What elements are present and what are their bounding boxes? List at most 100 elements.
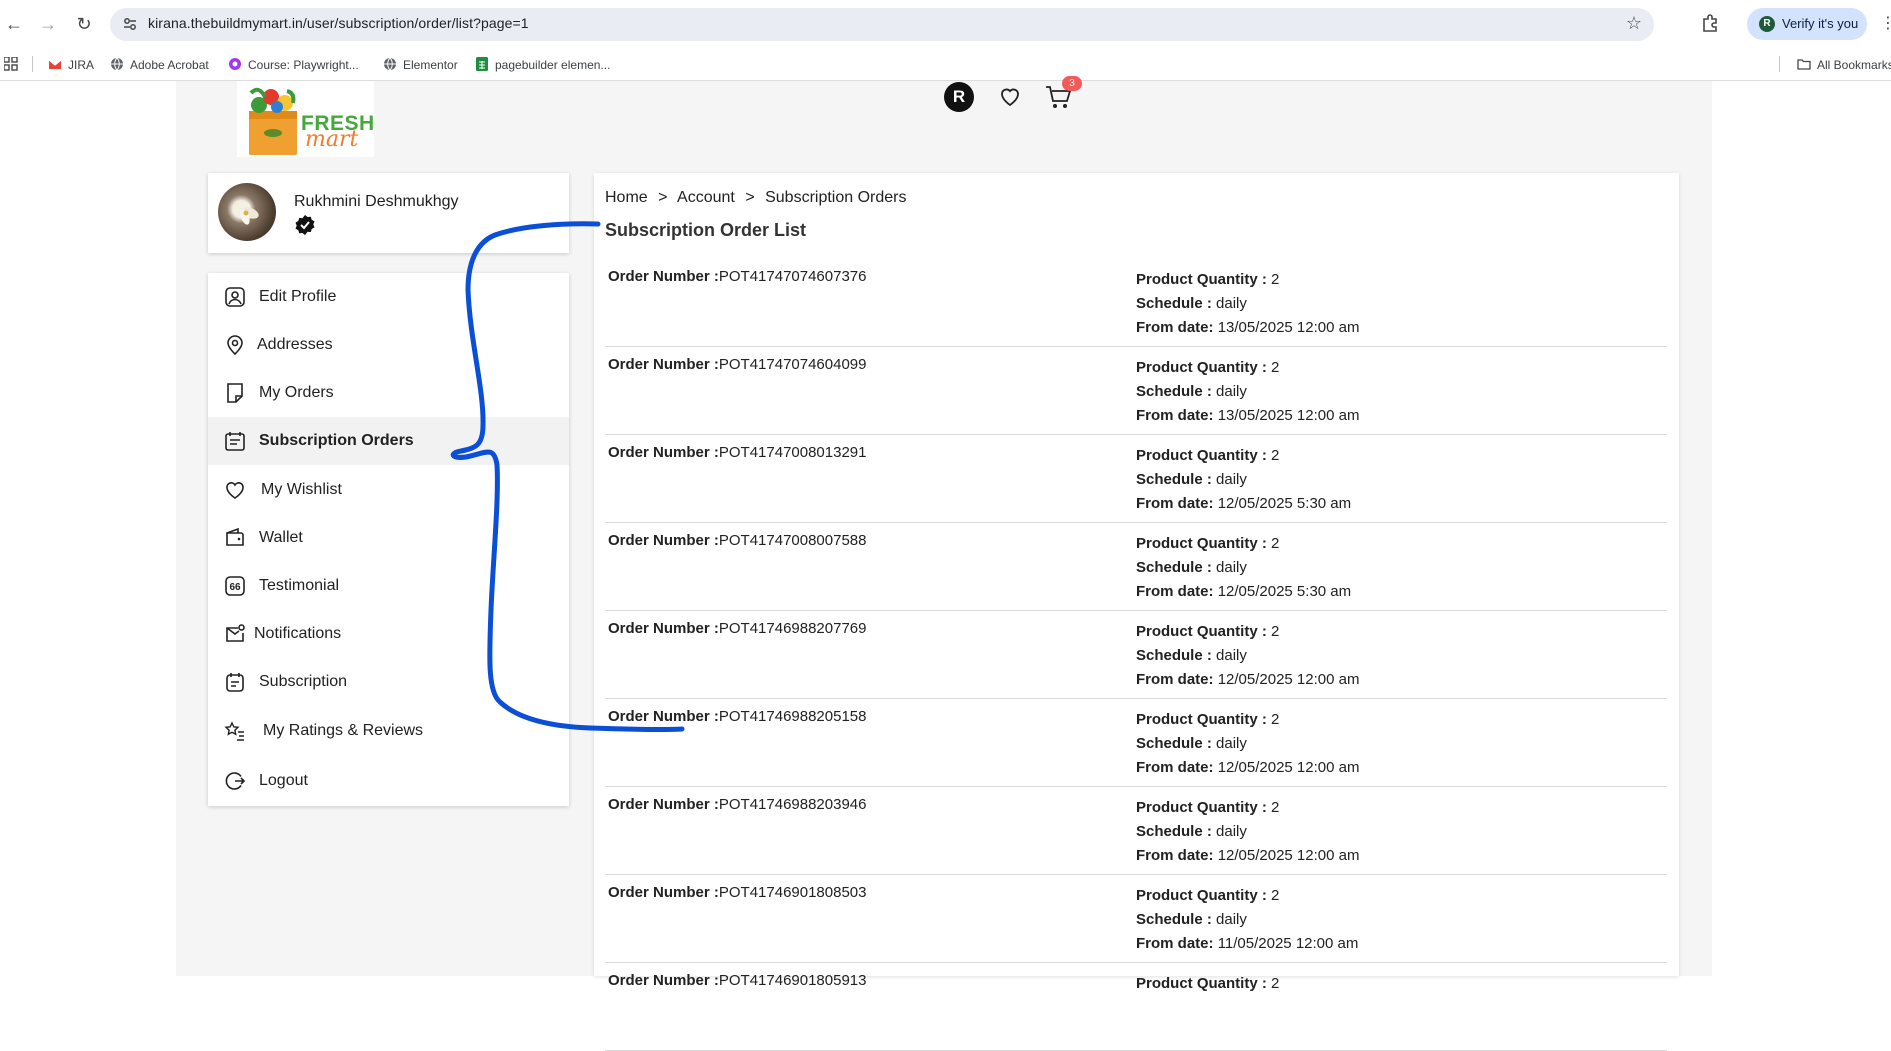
order-number: Order Number :POT41746901805913 <box>608 972 867 989</box>
from-date: From date: 12/05/2025 5:30 am <box>1136 583 1352 600</box>
bookmarks-bar: JIRA Adobe Acrobat Course: Playwright...… <box>0 48 1891 81</box>
menu-item-logout[interactable]: Logout <box>208 757 569 805</box>
order-number-label: Order Number : <box>608 972 719 989</box>
reload-icon[interactable]: ↻ <box>72 12 96 36</box>
menu-item-my-ratings-reviews[interactable]: My Ratings & Reviews <box>208 707 569 755</box>
order-number-value: POT41746901808503 <box>718 884 867 901</box>
product-quantity: Product Quantity : 2 <box>1136 535 1280 552</box>
order-details: Product Quantity : 2 Schedule : daily From… <box>1136 620 1359 692</box>
order-number: Order Number :POT41747008007588 <box>608 532 867 549</box>
from-date: From date: 12/05/2025 12:00 am <box>1136 671 1360 688</box>
globe-icon <box>111 57 123 71</box>
menu-item-my-wishlist[interactable]: My Wishlist <box>208 466 569 514</box>
order-number: Order Number :POT41746988207769 <box>608 620 867 637</box>
breadcrumb-home[interactable]: Home <box>605 189 648 206</box>
bookmark-pagebuilder[interactable]: pagebuilder elemen... <box>475 56 610 74</box>
order-row[interactable]: Order Number :POT41746901805913 Product Q… <box>605 962 1667 1051</box>
schedule: Schedule : daily <box>1136 647 1247 664</box>
order-details: Product Quantity : 2 Schedule : daily From… <box>1136 708 1359 780</box>
order-row[interactable]: Order Number :POT41747008007588 Product Q… <box>605 522 1667 611</box>
order-number-label: Order Number : <box>608 620 719 637</box>
order-number-label: Order Number : <box>608 356 719 373</box>
menu-item-testimonial[interactable]: 66 Testimonial <box>208 562 569 610</box>
from-date: From date: 12/05/2025 12:00 am <box>1136 759 1360 776</box>
bookmark-adobe-acrobat[interactable]: Adobe Acrobat <box>110 56 209 74</box>
breadcrumb-account[interactable]: Account <box>677 189 735 206</box>
order-row[interactable]: Order Number :POT41746988203946 Product Q… <box>605 786 1667 875</box>
order-details: Product Quantity : 2 Schedule : daily From… <box>1136 268 1359 340</box>
url-text[interactable]: kirana.thebuildmymart.in/user/subscripti… <box>148 15 529 31</box>
bookmark-course-playwright[interactable]: Course: Playwright... <box>228 56 359 74</box>
menu-item-subscription-orders[interactable]: Subscription Orders <box>208 417 569 465</box>
schedule: Schedule : daily <box>1136 471 1247 488</box>
order-number-label: Order Number : <box>608 268 719 285</box>
order-number-value: POT41747008013291 <box>718 444 867 461</box>
menu-item-edit-profile[interactable]: Edit Profile <box>208 273 569 321</box>
order-number: Order Number :POT41746988203946 <box>608 796 867 813</box>
from-date: From date: 13/05/2025 12:00 am <box>1136 319 1360 336</box>
extensions-icon[interactable] <box>1700 13 1720 33</box>
order-details: Product Quantity : 2 Schedule : daily From… <box>1136 356 1359 428</box>
bookmark-elementor[interactable]: Elementor <box>383 56 458 74</box>
course-icon <box>229 58 241 70</box>
logout-icon <box>225 772 246 790</box>
order-number-value: POT41747074604099 <box>718 356 867 373</box>
user-icon <box>225 287 245 307</box>
bookmark-separator <box>32 56 33 72</box>
order-number-label: Order Number : <box>608 444 719 461</box>
site-header <box>176 81 1664 157</box>
star-list-icon <box>224 721 244 741</box>
user-avatar-button[interactable]: R <box>944 82 974 112</box>
order-number-value: POT41746988205158 <box>718 708 867 725</box>
flower-photo <box>233 202 259 225</box>
wishlist-heart-icon[interactable] <box>998 84 1022 108</box>
heart-icon <box>226 482 244 499</box>
menu-item-my-orders[interactable]: My Orders <box>208 369 569 417</box>
bookmark-star-icon[interactable]: ☆ <box>1626 13 1642 34</box>
svg-text:66: 66 <box>229 582 241 593</box>
verify-its-you-button[interactable]: R Verify it's you <box>1747 8 1867 40</box>
order-number-label: Order Number : <box>608 532 719 549</box>
order-row[interactable]: Order Number :POT41747074607376 Product Q… <box>605 258 1667 347</box>
order-number-value: POT41746901805913 <box>718 972 867 989</box>
wallet-icon <box>226 527 244 546</box>
logo-text-mart: mart <box>305 127 359 152</box>
site-settings-icon[interactable] <box>122 16 138 32</box>
menu-item-addresses[interactable]: Addresses <box>208 321 569 369</box>
apps-grid-icon[interactable] <box>4 57 18 71</box>
schedule: Schedule : daily <box>1136 295 1247 312</box>
order-row[interactable]: Order Number :POT41747008013291 Product Q… <box>605 434 1667 523</box>
schedule: Schedule : daily <box>1136 559 1247 576</box>
product-quantity: Product Quantity : 2 <box>1136 799 1280 816</box>
back-icon[interactable]: ← <box>2 12 26 36</box>
all-bookmarks-folder[interactable]: All Bookmarks <box>1797 56 1891 74</box>
globe-icon <box>384 57 396 71</box>
order-row[interactable]: Order Number :POT41746988205158 Product Q… <box>605 698 1667 787</box>
schedule: Schedule : daily <box>1136 735 1247 752</box>
sheets-icon <box>476 57 488 71</box>
order-row[interactable]: Order Number :POT41746901808503 Product Q… <box>605 874 1667 963</box>
order-details: Product Quantity : 2 Schedule : daily From… <box>1136 444 1351 516</box>
breadcrumb-current: Subscription Orders <box>765 189 907 206</box>
order-row[interactable]: Order Number :POT41747074604099 Product Q… <box>605 346 1667 435</box>
verify-label: Verify it's you <box>1782 16 1859 31</box>
menu-item-subscription[interactable]: Subscription <box>208 658 569 706</box>
order-row[interactable]: Order Number :POT41746988207769 Product Q… <box>605 610 1667 699</box>
profile-name: Rukhmini Deshmukhgy <box>294 193 459 210</box>
bookmark-separator <box>1779 56 1780 72</box>
menu-item-notifications[interactable]: Notifications <box>208 610 569 658</box>
menu-item-wallet[interactable]: Wallet <box>208 514 569 562</box>
address-bar[interactable]: kirana.thebuildmymart.in/user/subscripti… <box>110 8 1654 41</box>
breadcrumb-separator: > <box>658 189 668 206</box>
page-title: Subscription Order List <box>605 220 807 240</box>
bookmark-jira[interactable]: JIRA <box>48 56 94 74</box>
browser-menu-icon[interactable]: ⋮ <box>1880 13 1891 33</box>
order-number: Order Number :POT41747008013291 <box>608 444 867 461</box>
order-number-value: POT41747008007588 <box>718 532 867 549</box>
order-number-label: Order Number : <box>608 708 719 725</box>
forward-icon[interactable]: → <box>36 12 60 36</box>
order-number-value: POT41746988207769 <box>718 620 867 637</box>
schedule: Schedule : daily <box>1136 823 1247 840</box>
product-quantity: Product Quantity : 2 <box>1136 447 1280 464</box>
product-quantity: Product Quantity : 2 <box>1136 359 1280 376</box>
